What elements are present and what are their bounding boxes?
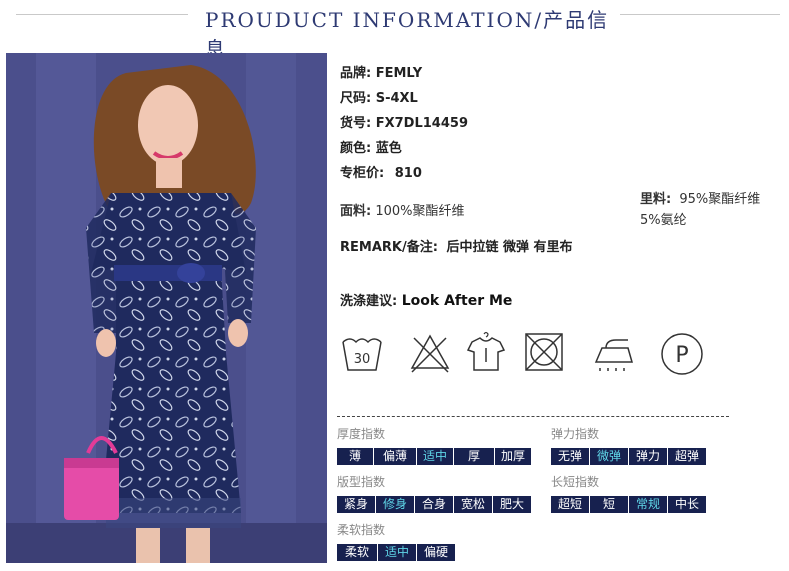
length-option: 中长 bbox=[668, 496, 706, 513]
length-option: 超短 bbox=[551, 496, 589, 513]
no-tumble-dry-icon bbox=[522, 330, 566, 374]
spec-item-no-label: 货号: bbox=[340, 116, 372, 131]
lining-value-line1: 95%聚酯纤维 bbox=[679, 192, 761, 207]
spec-brand-value: FEMLY bbox=[375, 66, 423, 81]
fit-option: 紧身 bbox=[337, 496, 375, 513]
lining-info: 里料: 95%聚酯纤维 5%氨纶 bbox=[640, 189, 760, 231]
softness-option: 柔软 bbox=[337, 544, 377, 561]
header-rule-left bbox=[16, 14, 188, 15]
thickness-index-options: 薄 偏薄 适中 厚 加厚 bbox=[337, 448, 531, 465]
fit-index-label: 版型指数 bbox=[337, 475, 386, 489]
fabric-label: 面料: bbox=[340, 204, 372, 219]
remark: REMARK/备注: 后中拉链 微弹 有里布 bbox=[340, 236, 573, 255]
spec-item-no-value: FX7DL14459 bbox=[375, 116, 468, 131]
length-index-label: 长短指数 bbox=[551, 475, 600, 489]
spec-price-label: 专柜价: bbox=[340, 166, 385, 181]
spec-size-value: S-4XL bbox=[375, 91, 418, 106]
spec-item-no: 货号: FX7DL14459 bbox=[340, 112, 468, 131]
spec-brand: 品牌: FEMLY bbox=[340, 62, 422, 81]
remark-label: REMARK/备注: bbox=[340, 240, 438, 255]
length-option: 短 bbox=[590, 496, 628, 513]
spec-color-value: 蓝色 bbox=[375, 141, 402, 156]
thickness-option-selected: 适中 bbox=[417, 448, 453, 465]
elasticity-option: 无弹 bbox=[551, 448, 589, 465]
fit-option: 合身 bbox=[415, 496, 453, 513]
thickness-option: 薄 bbox=[337, 448, 373, 465]
spec-color-label: 颜色: bbox=[340, 141, 372, 156]
softness-option: 偏硬 bbox=[417, 544, 455, 561]
spec-brand-label: 品牌: bbox=[340, 66, 372, 81]
spec-size: 尺码: S-4XL bbox=[340, 87, 418, 106]
fit-option: 肥大 bbox=[493, 496, 531, 513]
dry-clean-p-text: P bbox=[675, 343, 688, 368]
softness-index-options: 柔软 适中 偏硬 bbox=[337, 544, 455, 561]
fabric-info: 面料: 100%聚酯纤维 bbox=[340, 200, 465, 219]
length-option-selected: 常规 bbox=[629, 496, 667, 513]
elasticity-option: 弹力 bbox=[629, 448, 667, 465]
fabric-value: 100%聚酯纤维 bbox=[375, 204, 465, 219]
elasticity-option-selected: 微弹 bbox=[590, 448, 628, 465]
thickness-option: 加厚 bbox=[495, 448, 531, 465]
elasticity-index-label: 弹力指数 bbox=[551, 427, 600, 441]
iron-icon bbox=[592, 330, 636, 374]
thickness-index-label: 厚度指数 bbox=[337, 427, 386, 441]
wash-30-icon: 30 bbox=[340, 330, 384, 374]
fit-option: 宽松 bbox=[454, 496, 492, 513]
fit-index-options: 紧身 修身 合身 宽松 肥大 bbox=[337, 496, 531, 513]
spec-color: 颜色: 蓝色 bbox=[340, 137, 402, 156]
length-index-options: 超短 短 常规 中长 bbox=[551, 496, 706, 513]
lining-value-line2: 5%氨纶 bbox=[640, 213, 687, 228]
wash-value: Look After Me bbox=[401, 293, 513, 309]
fit-option-selected: 修身 bbox=[376, 496, 414, 513]
hang-dry-icon bbox=[464, 330, 508, 374]
elasticity-option: 超弹 bbox=[668, 448, 706, 465]
no-bleach-icon bbox=[408, 330, 452, 374]
product-photo bbox=[6, 53, 327, 563]
spec-price-value: 810 bbox=[394, 166, 422, 181]
section-divider bbox=[337, 416, 729, 417]
wash-advice: 洗涤建议: Look After Me bbox=[340, 290, 512, 309]
spec-size-label: 尺码: bbox=[340, 91, 372, 106]
wash-label: 洗涤建议: bbox=[340, 294, 398, 309]
thickness-option: 偏薄 bbox=[374, 448, 416, 465]
dry-clean-p-icon: P bbox=[660, 330, 704, 376]
softness-option-selected: 适中 bbox=[378, 544, 416, 561]
wash-30-text: 30 bbox=[354, 352, 371, 367]
remark-value: 后中拉链 微弹 有里布 bbox=[446, 240, 573, 255]
lining-label: 里料: bbox=[640, 192, 672, 207]
softness-index-label: 柔软指数 bbox=[337, 523, 386, 537]
spec-price: 专柜价: 810 bbox=[340, 162, 422, 181]
elasticity-index-options: 无弹 微弹 弹力 超弹 bbox=[551, 448, 706, 465]
header-rule-right bbox=[620, 14, 780, 15]
thickness-option: 厚 bbox=[454, 448, 494, 465]
